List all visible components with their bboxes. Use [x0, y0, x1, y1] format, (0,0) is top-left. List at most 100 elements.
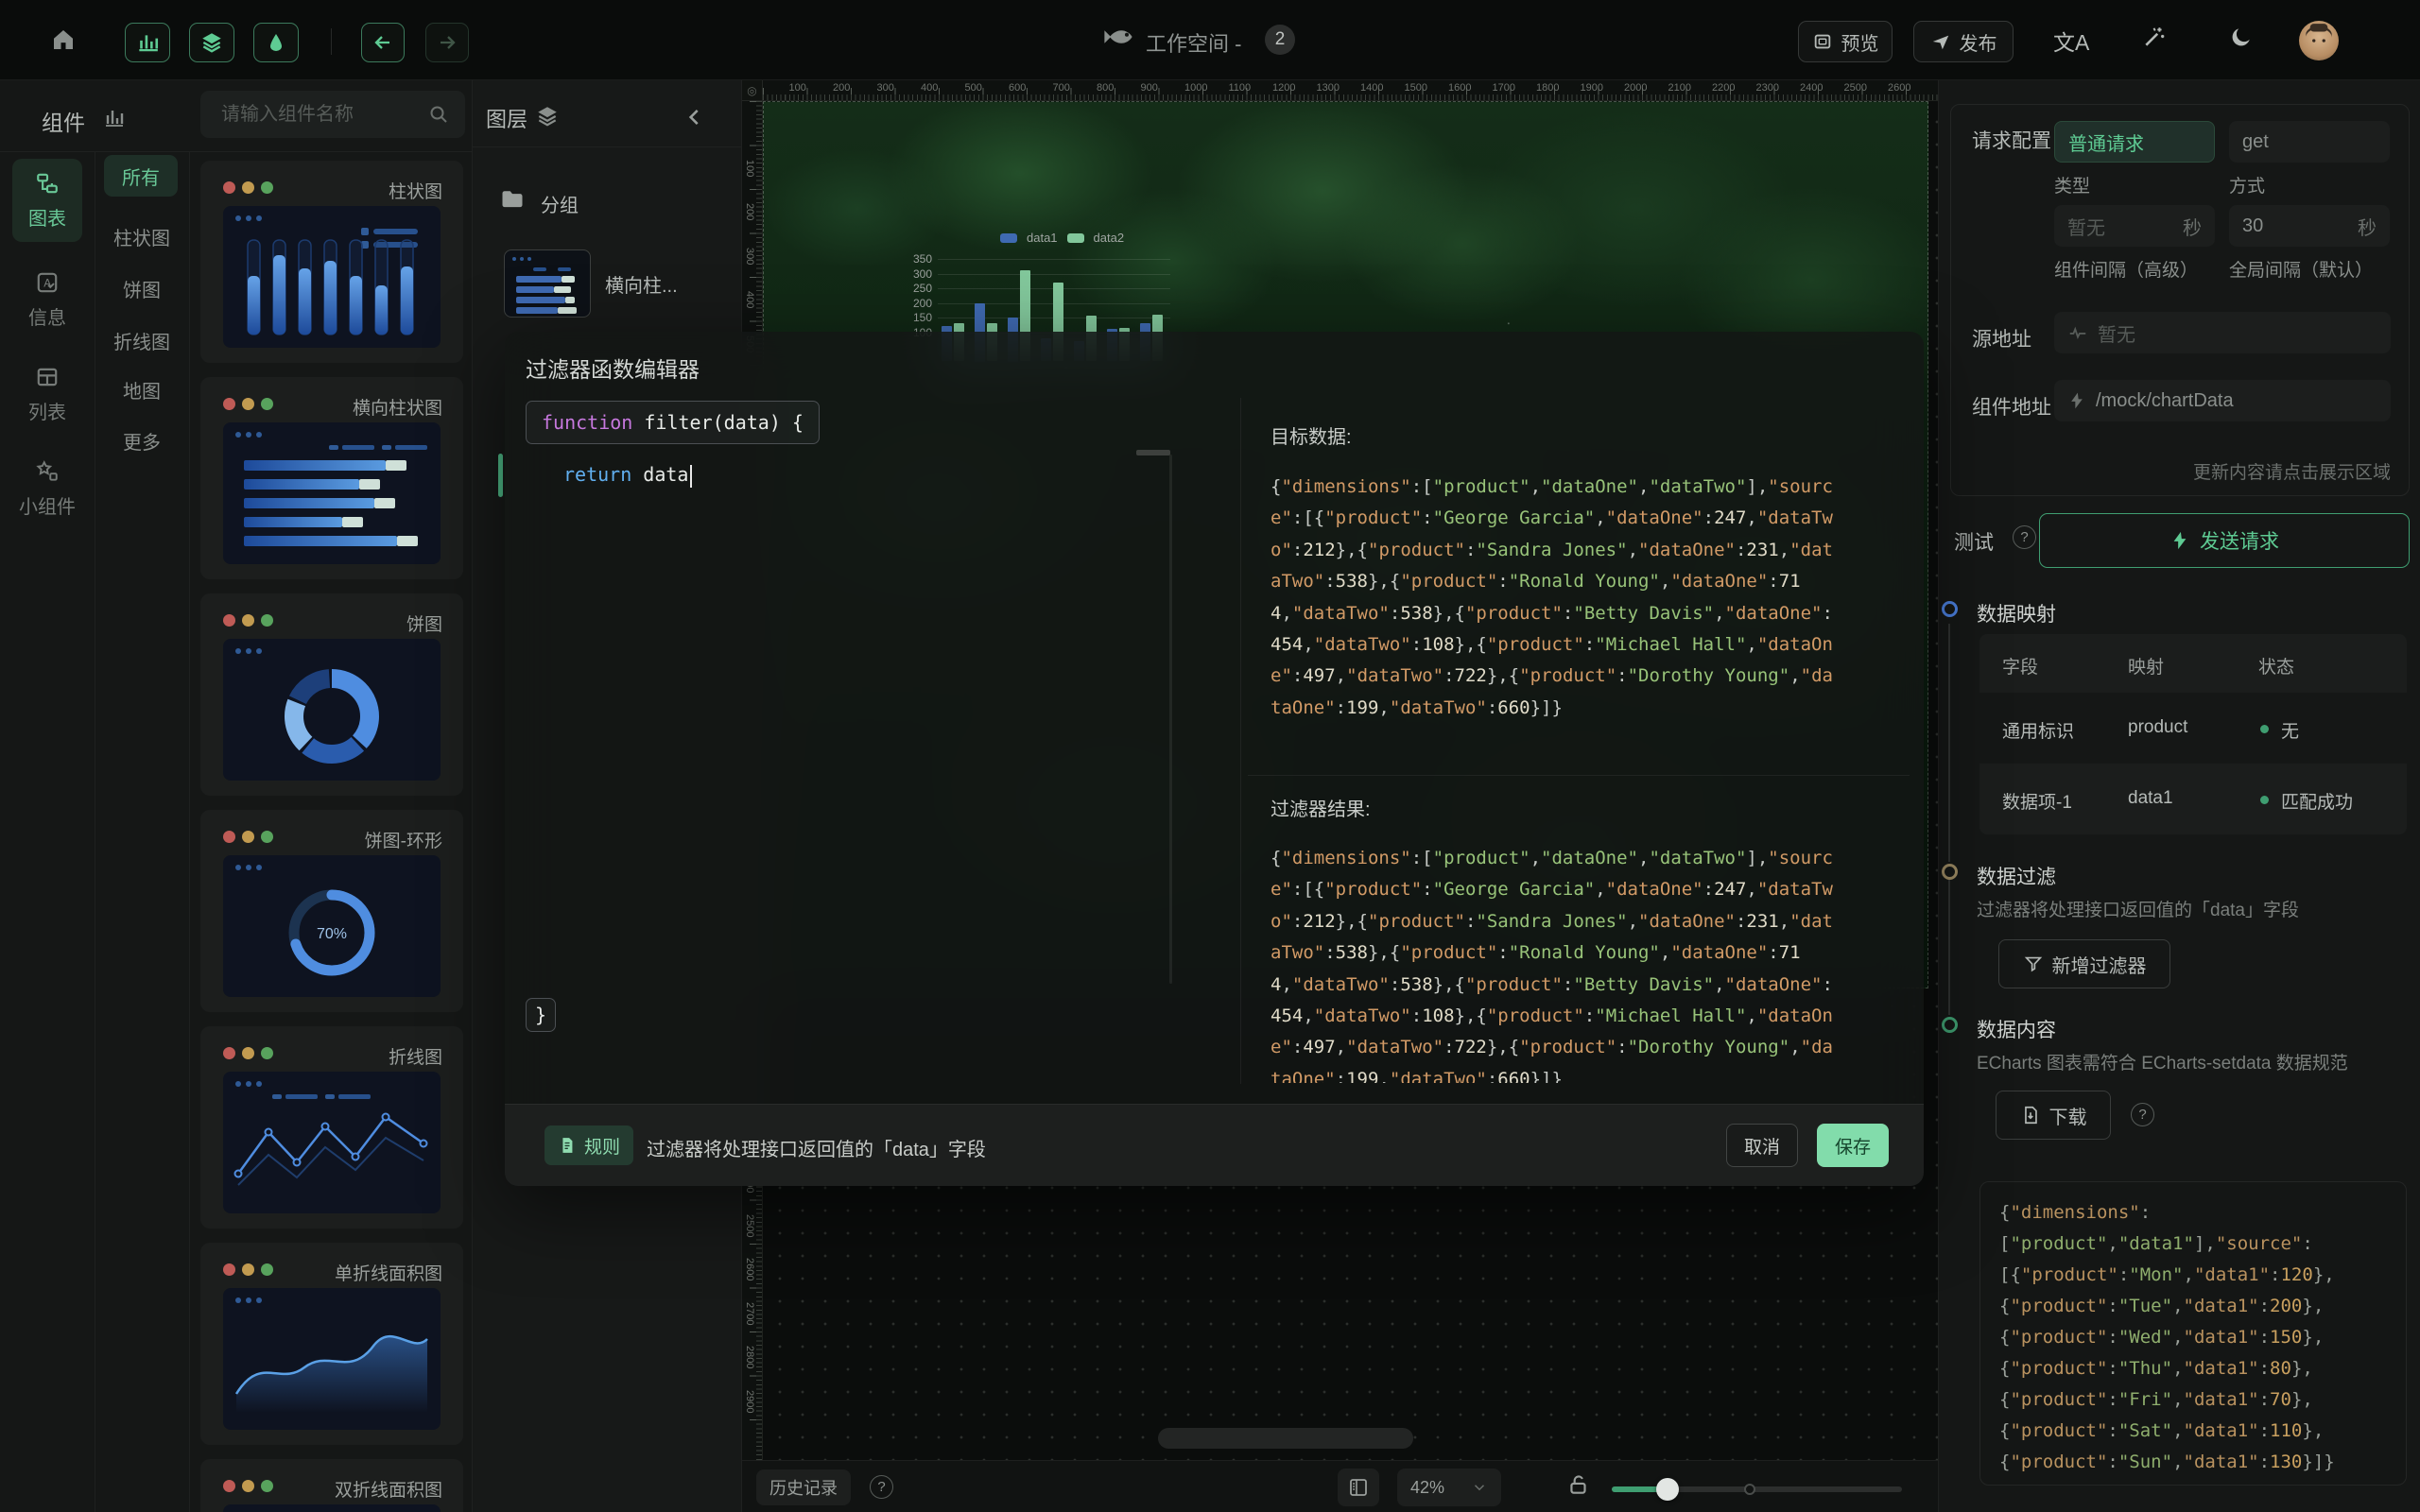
layer-selected-indicator [498, 454, 503, 497]
card-title: 饼图-环形 [365, 827, 442, 852]
ruler-label: 500 [965, 82, 982, 94]
category-line[interactable]: 折线图 [95, 327, 189, 354]
table-row[interactable]: 通用标识 product 无 [1979, 693, 2407, 764]
collapse-chevron-left-icon[interactable] [683, 105, 707, 129]
horizontal-scrollbar[interactable] [1158, 1428, 1413, 1449]
language-icon[interactable]: 文A [2053, 25, 2089, 57]
editor-scrollbar[interactable] [1169, 455, 1172, 984]
tab-widgets[interactable]: 小组件 [12, 447, 82, 530]
layer-group-item[interactable]: 分组 [541, 190, 579, 217]
card-thumbnail [223, 1288, 441, 1430]
cancel-button[interactable]: 取消 [1726, 1124, 1798, 1167]
layer-item-thumbnail[interactable] [504, 249, 591, 318]
filter-result-label: 过滤器结果: [1270, 794, 1371, 821]
component-card[interactable]: 饼图 [200, 593, 463, 796]
magic-wand-icon[interactable] [2142, 25, 2167, 49]
component-card[interactable]: 折线图 [200, 1026, 463, 1228]
workspace-title: 工作空间 - [1146, 27, 1241, 58]
ruler-label: 1700 [1493, 82, 1515, 94]
mini-chart-icon [102, 107, 125, 129]
divider [189, 152, 190, 1512]
preview-label: 预览 [1841, 28, 1879, 56]
ruler-label: 1600 [1448, 82, 1471, 94]
tab-charts[interactable]: 图表 [12, 159, 82, 242]
zoom-slider-thumb[interactable] [1656, 1478, 1679, 1501]
panel-icon [1347, 1476, 1370, 1499]
component-interval-input[interactable]: 暂无 秒 [2054, 205, 2215, 247]
component-search [200, 91, 465, 138]
search-icon[interactable] [427, 103, 450, 126]
status-cell: 无 [2281, 717, 2299, 743]
pulse-icon [2067, 322, 2088, 343]
prism-mode-button[interactable] [253, 23, 299, 62]
request-type-select[interactable]: 普通请求 [2054, 121, 2215, 163]
map-cell: data1 [2128, 788, 2173, 809]
global-interval-label: 全局间隔（默认） [2229, 256, 2373, 282]
category-bar[interactable]: 柱状图 [95, 223, 189, 250]
add-filter-button[interactable]: 新增过滤器 [1998, 939, 2170, 988]
content-json-preview[interactable]: {"dimensions": ["product","data1"],"sour… [1979, 1181, 2407, 1486]
redo-button[interactable] [425, 23, 469, 62]
traffic-dot-yellow [242, 1047, 254, 1059]
help-icon[interactable]: ? [2131, 1103, 2154, 1126]
global-interval-input[interactable]: 30 秒 [2229, 205, 2390, 247]
funnel-icon [2023, 954, 2044, 974]
download-button[interactable]: 下载 [1996, 1091, 2111, 1140]
component-interval-label: 组件间隔（高级） [2054, 256, 2198, 282]
table-row[interactable]: 数据项-1 data1 匹配成功 [1979, 764, 2407, 834]
ruler-label: 1000 [1184, 82, 1207, 94]
source-url-input[interactable]: 暂无 [2054, 312, 2391, 353]
zoom-slider-midpoint [1744, 1484, 1755, 1495]
data-filter-section-label: 数据过滤 [1977, 862, 2056, 890]
publish-button[interactable]: 发布 [1913, 21, 2014, 62]
component-url-input[interactable]: /mock/chartData [2054, 380, 2391, 421]
code-editor-line[interactable]: return data [563, 463, 692, 488]
traffic-dot-yellow [242, 831, 254, 843]
category-pie[interactable]: 饼图 [95, 275, 189, 302]
category-map[interactable]: 地图 [95, 376, 189, 404]
ring-percent-label: 70% [317, 926, 347, 942]
traffic-dot-yellow [242, 614, 254, 627]
help-icon[interactable]: ? [2013, 525, 2036, 549]
history-button[interactable]: 历史记录 [756, 1469, 851, 1505]
layer-item-label[interactable]: 横向柱... [605, 270, 678, 298]
zoom-slider[interactable] [1612, 1486, 1902, 1492]
layers-mode-button[interactable] [189, 23, 234, 62]
traffic-dot-red [223, 831, 235, 843]
undo-button[interactable] [361, 23, 405, 62]
timeline-line [1948, 624, 1950, 862]
category-more[interactable]: 更多 [95, 427, 189, 455]
home-icon[interactable] [49, 26, 78, 54]
component-card[interactable]: 饼图-环形 70% [200, 810, 463, 1012]
chart-mode-button[interactable] [125, 23, 170, 62]
tab-info[interactable]: A 信息 [12, 258, 82, 341]
traffic-dot-red [223, 181, 235, 194]
help-icon[interactable]: ? [870, 1475, 893, 1499]
zoom-level-select[interactable]: 42% [1397, 1469, 1501, 1506]
dark-mode-moon-icon[interactable] [2229, 25, 2254, 49]
component-card[interactable]: 柱状图 [200, 161, 463, 363]
component-card[interactable]: 双折线面积图 [200, 1459, 463, 1512]
detail-panel-toggle-button[interactable] [1338, 1469, 1379, 1506]
request-method-select[interactable]: get [2229, 121, 2390, 163]
avatar[interactable] [2299, 21, 2339, 60]
preview-button[interactable]: 预览 [1798, 21, 1893, 62]
send-request-button[interactable]: 发送请求 [2039, 513, 2410, 568]
save-button[interactable]: 保存 [1817, 1124, 1889, 1167]
ruler-label: 1100 [1229, 82, 1252, 94]
ruler-label: 400 [744, 291, 755, 308]
request-config-label: 请求配置 [1972, 126, 2051, 154]
table-icon [35, 365, 60, 389]
search-input[interactable] [221, 91, 424, 138]
card-thumbnail [223, 1504, 441, 1512]
ruler-label: 300 [877, 82, 894, 94]
toolbar-divider [331, 28, 332, 55]
category-all[interactable]: 所有 [104, 155, 178, 197]
card-title: 双折线面积图 [335, 1476, 442, 1502]
topbar: 工作空间 - 2 预览 发布 文A [0, 0, 2420, 80]
unlock-icon[interactable] [1566, 1472, 1591, 1497]
component-card[interactable]: 单折线面积图 [200, 1243, 463, 1445]
app-root: 工作空间 - 2 预览 发布 文A 组件 [0, 0, 2420, 1512]
component-card[interactable]: 横向柱状图 [200, 377, 463, 579]
tab-list[interactable]: 列表 [12, 352, 82, 436]
